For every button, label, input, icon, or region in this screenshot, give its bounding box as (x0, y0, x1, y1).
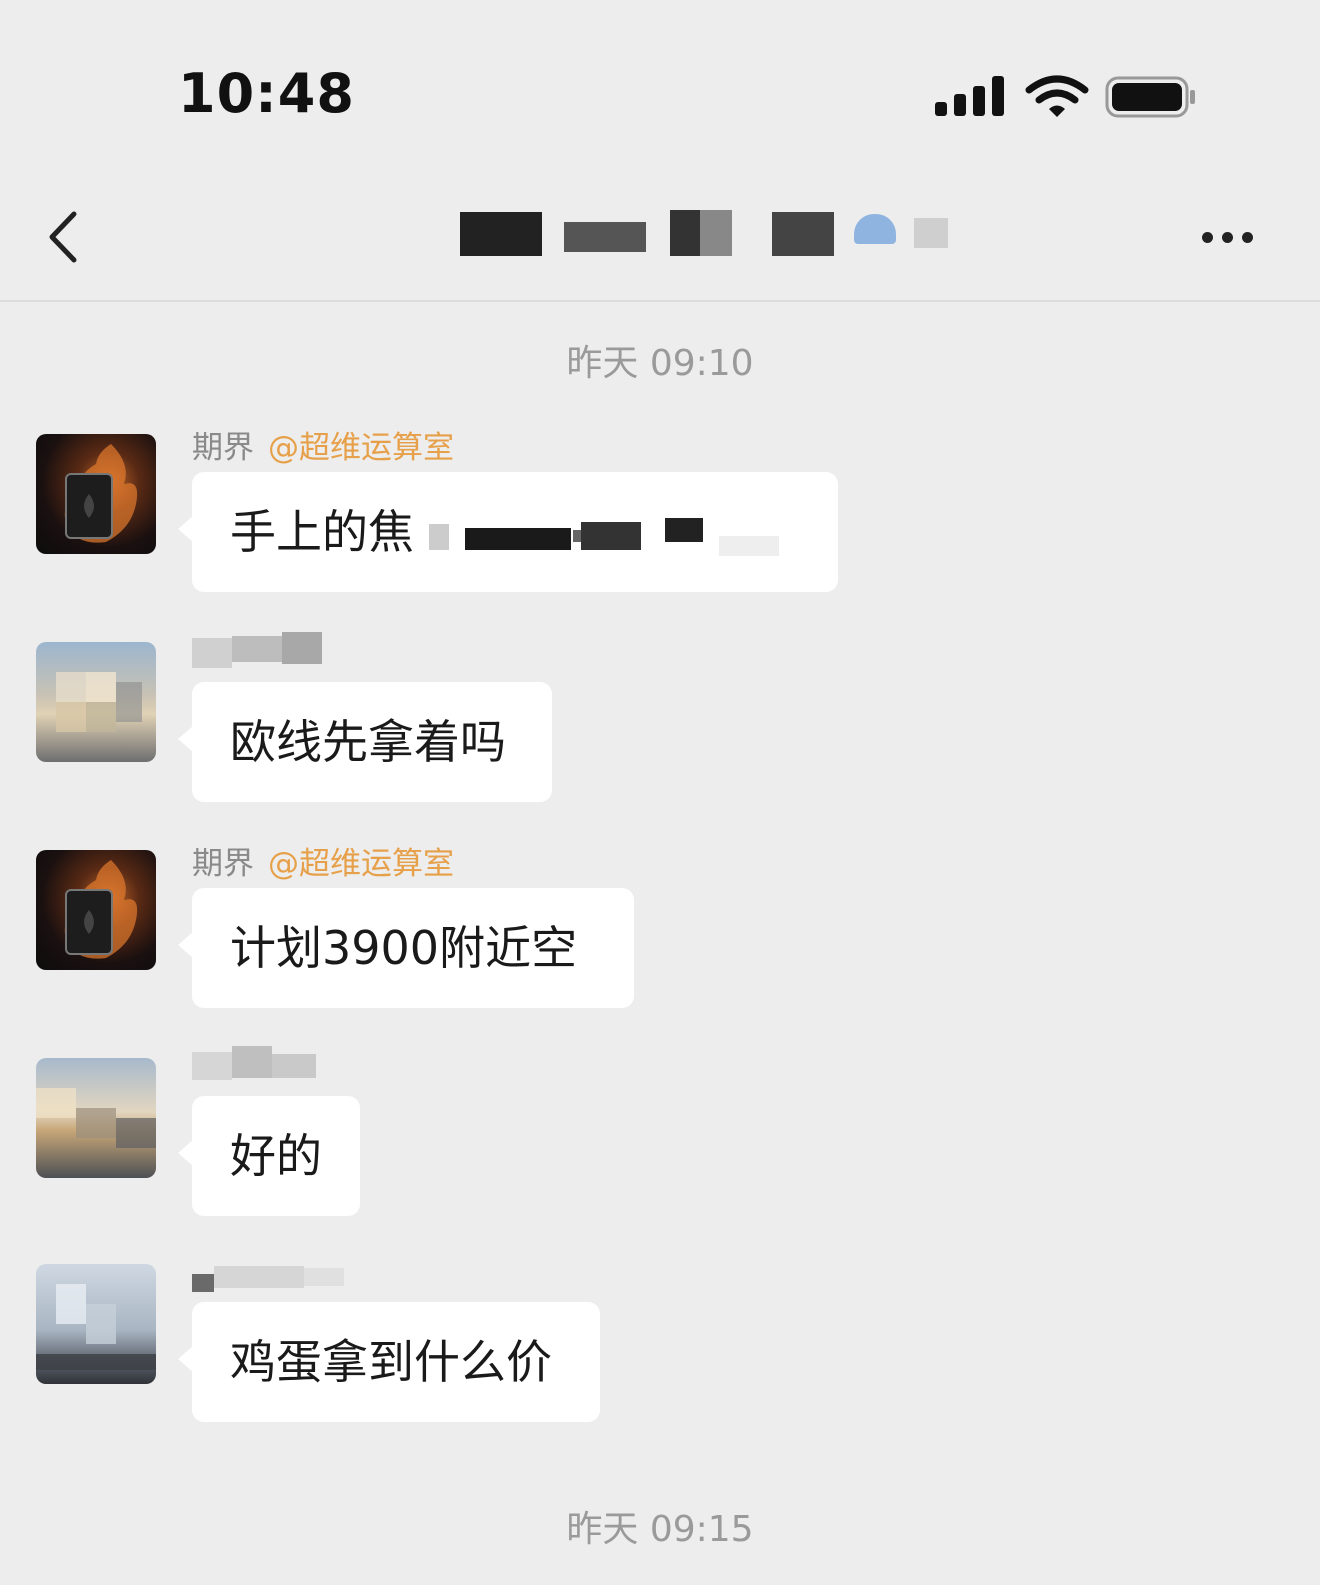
more-dots-icon[interactable] (1200, 216, 1270, 256)
mention-tag[interactable]: @超维运算室 (268, 846, 454, 882)
chevron-left-icon[interactable] (40, 204, 90, 274)
avatar[interactable] (36, 1264, 156, 1384)
message-bubble[interactable]: 手上的焦 (192, 472, 838, 592)
timestamp: 昨天 09:10 (566, 343, 754, 384)
sender-name: 期界 @超维运算室 (192, 422, 454, 466)
redacted-text (428, 506, 809, 566)
message-text: 好的 (230, 1129, 322, 1183)
mention-tag[interactable]: @超维运算室 (268, 430, 454, 466)
message-bubble[interactable]: 欧线先拿着吗 (192, 682, 552, 802)
pixelated-avatar-icon (56, 672, 142, 732)
flame-icon (64, 444, 138, 543)
sender-label: 期界 (192, 846, 254, 882)
avatar[interactable] (36, 434, 156, 554)
message-text: 欧线先拿着吗 (230, 715, 506, 769)
message-bubble[interactable]: 鸡蛋拿到什么价 (192, 1302, 600, 1422)
avatar[interactable] (36, 850, 156, 970)
message-bubble[interactable]: 计划3900附近空 (192, 888, 634, 1008)
battery-icon (1105, 76, 1195, 118)
signal-icon (935, 74, 1005, 120)
message-text: 计划3900附近空 (230, 921, 578, 975)
wifi-icon (1025, 75, 1089, 117)
timestamp: 昨天 09:15 (566, 1509, 754, 1550)
sender-name-redacted (192, 632, 332, 672)
sender-name-redacted (192, 1256, 352, 1296)
pixelated-avatar-icon (36, 1284, 156, 1370)
avatar[interactable] (36, 642, 156, 762)
flame-icon (64, 860, 138, 959)
message-bubble[interactable]: 好的 (192, 1096, 360, 1216)
sender-label: 期界 (192, 430, 254, 466)
nav-bar (0, 180, 1320, 302)
status-time: 10:48 (178, 62, 355, 125)
chat-screen: 10:48 昨天 09:10 期界 @超维运算室 手上的焦 欧线先拿着吗 期界 … (0, 0, 1320, 1585)
chat-title-redacted (460, 208, 960, 272)
message-text: 手上的焦 (230, 505, 414, 559)
status-bar: 10:48 (0, 0, 1320, 180)
pixelated-avatar-icon (36, 1088, 156, 1148)
message-text: 鸡蛋拿到什么价 (230, 1335, 552, 1389)
avatar[interactable] (36, 1058, 156, 1178)
sender-name: 期界 @超维运算室 (192, 838, 454, 882)
sender-name-redacted (192, 1044, 332, 1084)
